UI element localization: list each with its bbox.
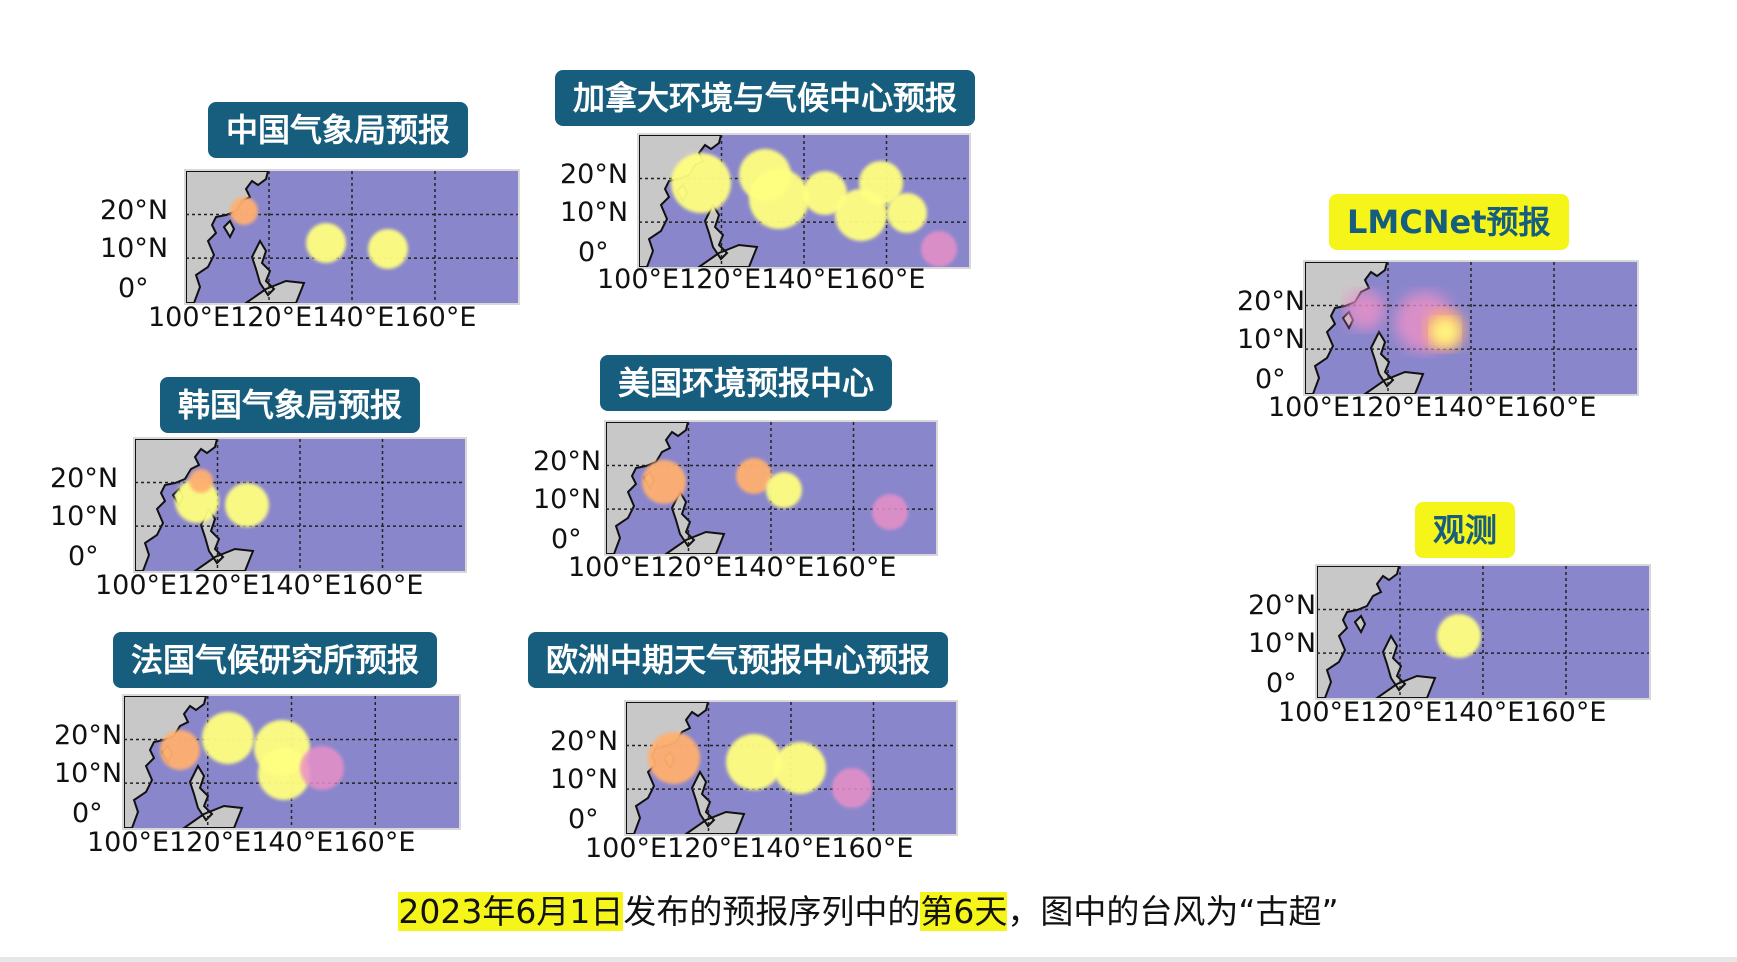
land-mass xyxy=(1305,262,1389,394)
map-svg xyxy=(606,422,936,554)
latitude-label: 20°N xyxy=(1237,286,1306,317)
typhoon-probability-blob xyxy=(832,768,872,808)
typhoon-probability-blob xyxy=(921,231,957,267)
panel-title-kma: 韩国气象局预报 xyxy=(160,377,421,433)
latitude-label: 10°N xyxy=(54,758,123,789)
latitude-label: 0° xyxy=(68,541,99,572)
latitude-label: 20°N xyxy=(100,195,169,226)
map-svg xyxy=(639,135,969,267)
typhoon-probability-blob xyxy=(872,494,908,530)
typhoon-probability-blob xyxy=(300,746,344,790)
typhoon-probability-blob xyxy=(230,197,258,225)
typhoon-probability-blob xyxy=(766,472,802,508)
panel-title-cma: 中国气象局预报 xyxy=(208,102,469,158)
map-svg xyxy=(186,171,518,303)
map-cnrm xyxy=(122,694,461,830)
panel-title-observation: 观测 xyxy=(1415,502,1516,558)
map-svg xyxy=(1317,566,1649,698)
latitude-label: 20°N xyxy=(550,726,619,757)
longitude-labels: 100°E120°E140°E160°E xyxy=(568,552,897,583)
latitude-label: 10°N xyxy=(560,197,629,228)
map-ecmwf xyxy=(624,700,958,836)
typhoon-probability-blob xyxy=(189,469,213,493)
latitude-label: 20°N xyxy=(1248,590,1317,621)
typhoon-probability-blob xyxy=(726,734,782,790)
map-svg xyxy=(1305,262,1637,394)
typhoon-probability-blob xyxy=(1431,318,1459,346)
typhoon-probability-blob xyxy=(368,229,408,269)
map-eccc xyxy=(637,133,971,269)
panel-title-ncep: 美国环境预报中心 xyxy=(600,355,893,411)
typhoon-probability-blob xyxy=(887,193,927,233)
latitude-label: 0° xyxy=(568,804,599,835)
panel-title-eccc: 加拿大环境与气候中心预报 xyxy=(555,70,976,126)
typhoon-probability-blob xyxy=(1345,290,1385,330)
caption-date: 2023年6月1日 xyxy=(398,892,624,931)
bottom-divider xyxy=(0,957,1737,962)
latitude-label: 20°N xyxy=(533,446,602,477)
latitude-label: 20°N xyxy=(54,720,123,751)
typhoon-probability-blob xyxy=(774,742,826,794)
island-outline xyxy=(222,219,306,303)
latitude-label: 10°N xyxy=(533,484,602,515)
land-mass xyxy=(1317,566,1401,698)
caption: 2023年6月1日发布的预报序列中的第6天，图中的台风为“古超” xyxy=(0,885,1737,933)
longitude-labels: 100°E120°E140°E160°E xyxy=(1278,697,1607,728)
typhoon-probability-blob xyxy=(202,712,254,764)
typhoon-probability-blob xyxy=(749,169,809,229)
map-svg xyxy=(124,696,459,828)
panel-title-cnrm: 法国气候研究所预报 xyxy=(113,632,438,688)
latitude-label: 10°N xyxy=(550,764,619,795)
typhoon-probability-blob xyxy=(225,483,269,527)
typhoon-probability-blob xyxy=(1437,614,1481,658)
latitude-label: 10°N xyxy=(1237,324,1306,355)
typhoon-probability-blob xyxy=(648,732,700,784)
longitude-labels: 100°E120°E140°E160°E xyxy=(87,827,416,858)
map-kma xyxy=(133,437,467,573)
latitude-label: 0° xyxy=(72,798,103,829)
caption-mid: 发布的预报序列中的 xyxy=(623,892,921,931)
latitude-label: 20°N xyxy=(50,463,119,494)
longitude-labels: 100°E120°E140°E160°E xyxy=(597,264,926,295)
typhoon-probability-blob xyxy=(306,223,346,263)
longitude-labels: 100°E120°E140°E160°E xyxy=(95,570,424,601)
map-svg xyxy=(626,702,956,834)
longitude-labels: 100°E120°E140°E160°E xyxy=(1268,392,1597,423)
caption-day: 第6天 xyxy=(920,892,1008,931)
map-svg xyxy=(135,439,465,571)
map-lmcnet xyxy=(1303,260,1639,396)
latitude-label: 10°N xyxy=(1248,628,1317,659)
latitude-label: 0° xyxy=(118,273,149,304)
typhoon-probability-blob xyxy=(671,153,731,213)
latitude-label: 0° xyxy=(1266,668,1297,699)
longitude-labels: 100°E120°E140°E160°E xyxy=(148,302,477,333)
land-mass xyxy=(186,171,270,303)
panel-title-ecmwf: 欧洲中期天气预报中心预报 xyxy=(528,632,949,688)
latitude-label: 0° xyxy=(1255,364,1286,395)
island-outline xyxy=(1353,614,1437,698)
typhoon-probability-blob xyxy=(160,730,200,770)
latitude-label: 10°N xyxy=(50,501,119,532)
latitude-label: 10°N xyxy=(100,233,169,264)
longitude-labels: 100°E120°E140°E160°E xyxy=(585,833,914,864)
caption-end: ，图中的台风为“古超” xyxy=(1007,892,1339,931)
map-observation xyxy=(1315,564,1651,700)
typhoon-probability-blob xyxy=(642,460,686,504)
latitude-label: 20°N xyxy=(560,159,629,190)
map-cma xyxy=(184,169,520,305)
map-ncep xyxy=(604,420,938,556)
latitude-label: 0° xyxy=(551,524,582,555)
panel-title-lmcnet: LMCNet预报 xyxy=(1329,194,1569,250)
